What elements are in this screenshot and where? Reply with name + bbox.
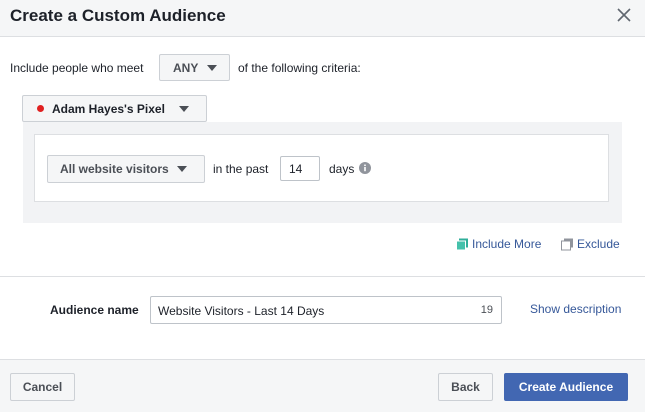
cancel-button[interactable]: Cancel (10, 373, 75, 401)
dialog-header: Create a Custom Audience (0, 0, 645, 37)
days-input[interactable]: 14 (280, 156, 320, 181)
exclude-label: Exclude (577, 237, 620, 251)
create-audience-button[interactable]: Create Audience (504, 373, 628, 401)
include-more-label: Include More (472, 237, 542, 251)
in-the-past-label: in the past (213, 162, 269, 176)
criteria-suffix-text: of the following criteria: (238, 61, 361, 75)
match-dropdown[interactable]: ANY (159, 54, 230, 81)
exclude-link[interactable]: Exclude (561, 237, 620, 251)
info-icon[interactable] (359, 162, 371, 174)
match-dropdown-value: ANY (173, 60, 199, 75)
pixel-dropdown[interactable]: Adam Hayes's Pixel (22, 95, 207, 122)
audience-name-label: Audience name (50, 303, 139, 317)
close-icon (617, 8, 631, 22)
traffic-dropdown[interactable]: All website visitors (47, 155, 205, 183)
copy-icon (561, 238, 573, 250)
dialog-footer: Cancel Back Create Audience (0, 359, 645, 412)
chevron-down-icon (207, 64, 218, 71)
pixel-status-dot (37, 105, 44, 112)
chevron-down-icon (178, 105, 189, 112)
pixel-name: Adam Hayes's Pixel (52, 101, 165, 116)
back-button[interactable]: Back (438, 373, 493, 401)
close-button[interactable] (614, 5, 634, 25)
custom-audience-dialog: Create a Custom Audience Include people … (0, 0, 645, 412)
show-description-link[interactable]: Show description (530, 302, 621, 316)
audience-name-input[interactable]: Website Visitors - Last 14 Days 19 (150, 296, 502, 324)
include-more-link[interactable]: Include More (456, 237, 541, 251)
days-input-value: 14 (289, 161, 303, 176)
character-count: 19 (480, 304, 493, 316)
traffic-dropdown-value: All website visitors (60, 162, 169, 176)
section-divider (0, 276, 645, 277)
audience-name-value: Website Visitors - Last 14 Days (158, 304, 325, 318)
copy-icon (456, 238, 468, 250)
days-label: days (329, 162, 355, 176)
chevron-down-icon (176, 166, 187, 172)
criteria-prefix-text: Include people who meet (10, 61, 144, 75)
dialog-title: Create a Custom Audience (10, 6, 226, 25)
